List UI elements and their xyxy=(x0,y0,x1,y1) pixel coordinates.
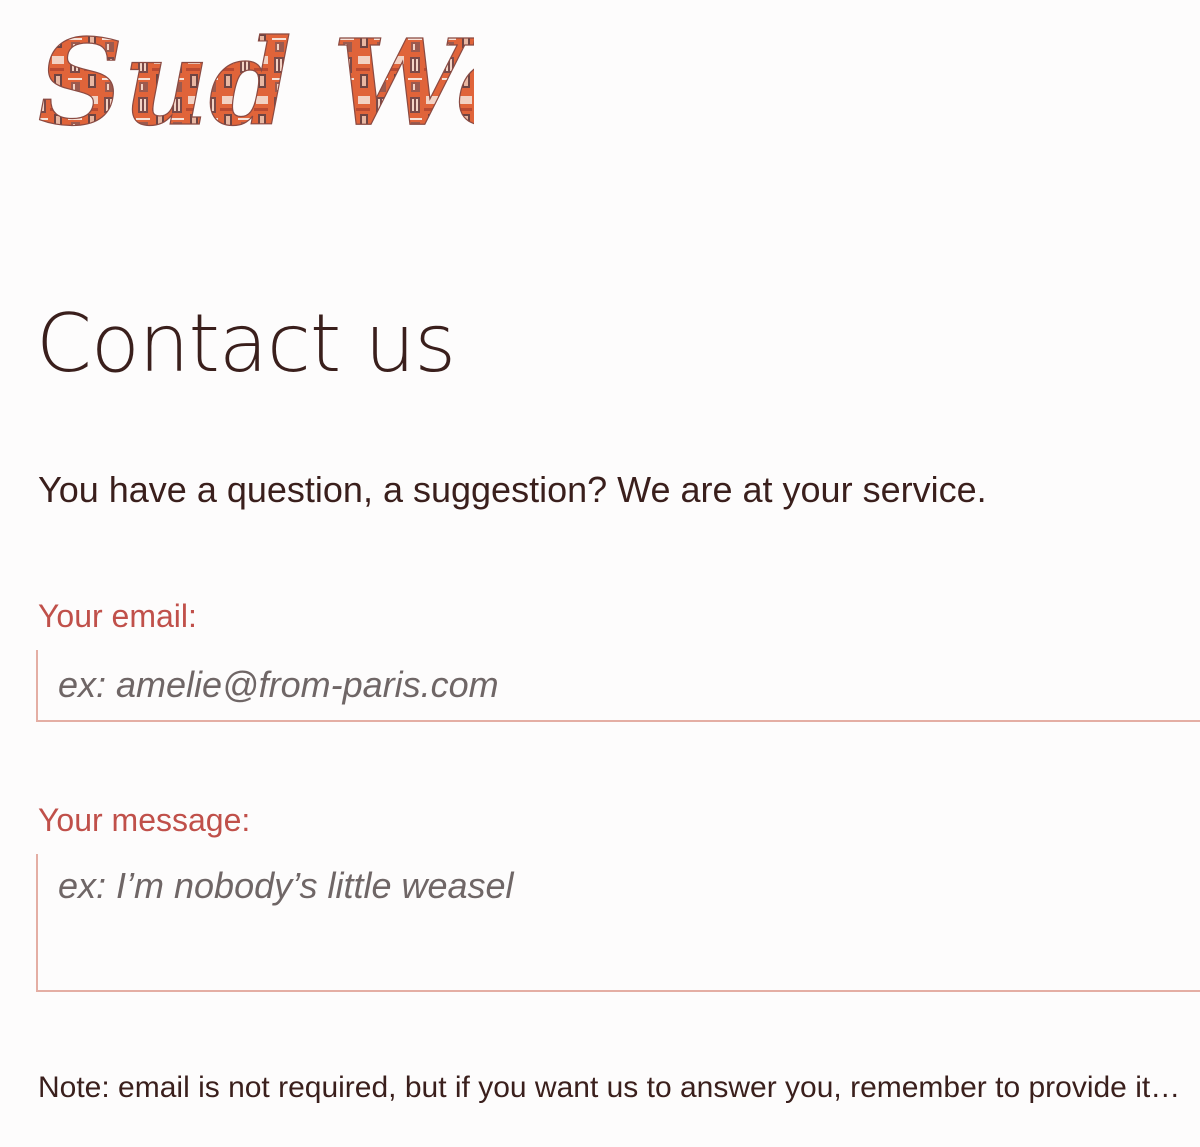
sud-web-logo[interactable]: Sud Web xyxy=(34,14,474,154)
email-input[interactable] xyxy=(36,650,1200,722)
message-textarea[interactable] xyxy=(36,854,1200,992)
intro-text: You have a question, a suggestion? We ar… xyxy=(38,469,987,510)
sud-web-logo-graphic: Sud Web xyxy=(37,14,474,153)
message-label: Your message: xyxy=(38,802,251,838)
page-title: Contact us xyxy=(36,297,456,390)
logo-text: Sud Web xyxy=(38,14,474,152)
email-label: Your email: xyxy=(38,598,197,634)
email-note: Note: email is not required, but if you … xyxy=(38,1071,1181,1104)
